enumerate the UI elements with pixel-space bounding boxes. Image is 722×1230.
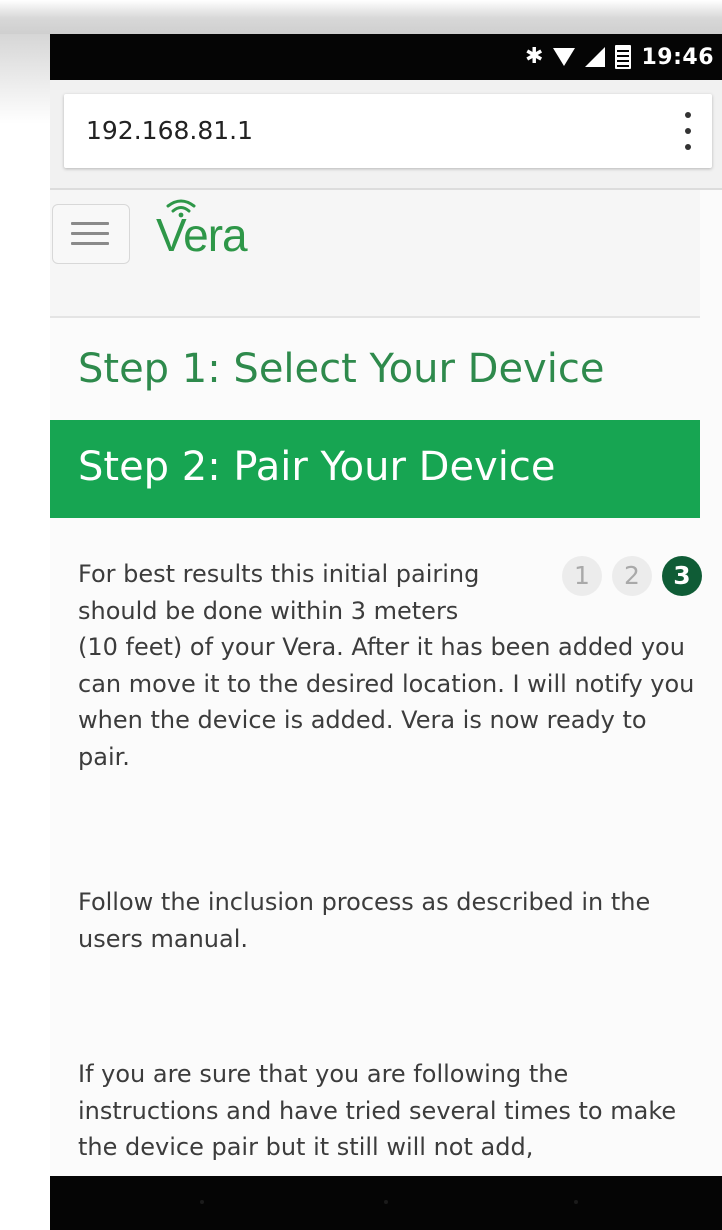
step-2-section[interactable]: Step 2: Pair Your Device	[50, 420, 700, 518]
hamburger-menu-button[interactable]	[52, 204, 130, 264]
bluetooth-icon: ✱	[525, 44, 544, 69]
back-button[interactable]	[200, 1200, 204, 1204]
signal-icon	[585, 47, 606, 67]
step-2-content: 1 2 3 For best results this initial pair…	[78, 556, 702, 1161]
status-time: 19:46	[641, 44, 714, 70]
pairing-instructions-rest: (10 feet) of your Vera. After it has bee…	[78, 633, 695, 771]
vera-logo[interactable]: Vera	[156, 196, 316, 266]
wifi-icon	[553, 48, 576, 66]
step-dot-1: 1	[562, 556, 602, 596]
top-shadow	[0, 0, 722, 34]
step-2-title[interactable]: Step 2: Pair Your Device	[78, 444, 555, 490]
pairing-instructions-lead: For best results this initial pairing sh…	[78, 560, 480, 625]
url-bar[interactable]: 192.168.81.1	[64, 94, 712, 168]
site-header: Vera	[50, 190, 700, 318]
browser-toolbar: 192.168.81.1	[50, 80, 722, 190]
more-vert-icon[interactable]	[678, 112, 698, 150]
home-button[interactable]	[384, 1200, 388, 1204]
step-1-section[interactable]: Step 1: Select Your Device	[50, 318, 700, 420]
status-bar: ✱ 19:46	[50, 34, 722, 80]
url-text[interactable]: 192.168.81.1	[86, 94, 253, 168]
phone-screen: ✱ 19:46 192.168.81.1 Vera Step 1: Select…	[50, 34, 722, 1230]
troubleshooting-instructions: If you are sure that you are following t…	[78, 1060, 677, 1161]
left-shadow	[0, 34, 50, 124]
navigation-bar	[50, 1176, 722, 1230]
inclusion-instructions: Follow the inclusion process as describe…	[78, 888, 651, 953]
step-dot-3: 3	[662, 556, 702, 596]
battery-icon	[615, 45, 632, 69]
page: ✱ 19:46 192.168.81.1 Vera Step 1: Select…	[0, 0, 722, 1230]
recents-button[interactable]	[574, 1200, 578, 1204]
step-1-title[interactable]: Step 1: Select Your Device	[78, 346, 604, 392]
step-indicator: 1 2 3	[562, 556, 702, 596]
status-icons: ✱ 19:46	[525, 34, 714, 80]
step-dot-2: 2	[612, 556, 652, 596]
logo-text: Vera	[156, 209, 248, 261]
